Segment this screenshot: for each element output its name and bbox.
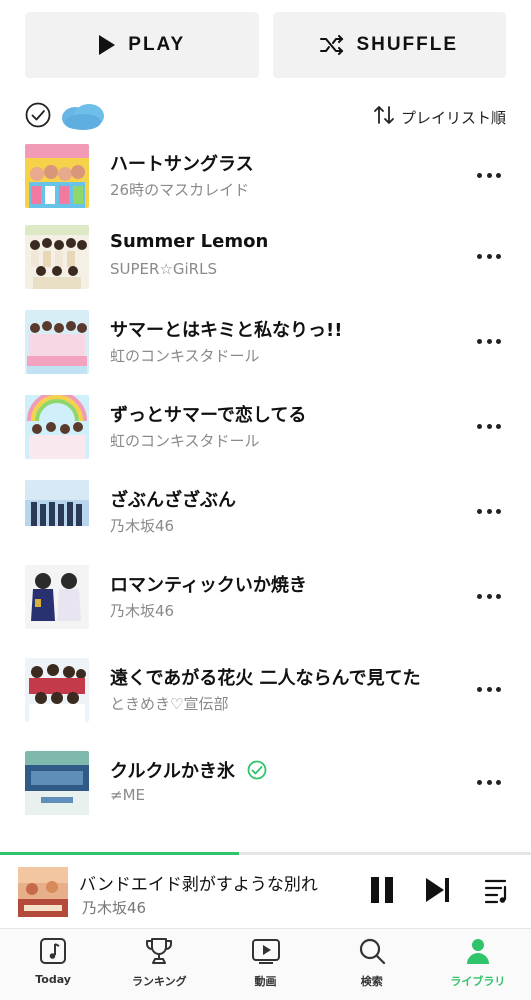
track-title: Summer Lemon — [110, 231, 269, 252]
track-title: ざぶんざざぶん — [110, 490, 236, 511]
next-track-icon[interactable] — [425, 875, 451, 909]
tab-ranking[interactable]: ランキング — [106, 929, 212, 1000]
track-artist: ≠ME — [110, 786, 145, 804]
tab-label: 動画 — [254, 975, 277, 988]
track-row[interactable]: Summer Lemon SUPER☆GiRLS — [0, 225, 531, 295]
track-artist: 虹のコンキスタドール — [110, 432, 260, 450]
track-row[interactable]: クルクルかき氷 ≠ME — [0, 751, 531, 821]
shuffle-label: SHUFFLE — [356, 34, 459, 55]
trophy-icon — [144, 937, 174, 969]
verified-check-icon — [247, 760, 267, 785]
track-title-text: クルクルかき氷 — [110, 761, 235, 782]
play-label: PLAY — [128, 34, 186, 55]
track-title: クルクルかき氷 — [110, 757, 267, 785]
more-options-icon[interactable] — [477, 682, 501, 696]
more-options-icon[interactable] — [477, 589, 501, 603]
sort-icon — [373, 105, 395, 129]
track-row[interactable]: ずっとサマーで恋してる 虹のコンキスタドール — [0, 395, 531, 465]
now-playing-title: バンドエイド剥がすような別れ — [79, 875, 318, 895]
tab-video[interactable]: 動画 — [212, 929, 318, 1000]
track-artist: ときめき♡宣伝部 — [110, 695, 229, 713]
select-check-icon[interactable] — [25, 102, 51, 132]
track-row[interactable]: ざぶんざざぶん 乃木坂46 — [0, 480, 531, 550]
tab-label: Today — [35, 973, 71, 986]
queue-icon[interactable] — [483, 875, 513, 909]
album-art — [25, 658, 89, 722]
more-options-icon[interactable] — [477, 775, 501, 789]
track-title: サマーとはキミと私なりっ!! — [110, 320, 343, 341]
shuffle-icon — [320, 35, 344, 55]
shuffle-button[interactable]: SHUFFLE — [272, 12, 506, 78]
tab-today[interactable]: Today — [0, 929, 106, 1000]
library-icon — [463, 937, 493, 969]
album-art — [25, 480, 89, 544]
album-art — [25, 395, 89, 459]
album-art — [25, 565, 89, 629]
track-row[interactable]: ハートサングラス 26時のマスカレイド — [0, 144, 531, 214]
track-row[interactable]: サマーとはキミと私なりっ!! 虹のコンキスタドール — [0, 310, 531, 380]
tab-search[interactable]: 検索 — [319, 929, 425, 1000]
mini-player[interactable]: バンドエイド剥がすような別れ 乃木坂46 — [0, 855, 531, 927]
more-options-icon[interactable] — [477, 168, 501, 182]
track-artist: 乃木坂46 — [110, 602, 175, 620]
bottom-tab-bar: Today ランキング 動画 検索 ライブラリ — [0, 928, 531, 1000]
track-artist: 26時のマスカレイド — [110, 181, 250, 199]
music-note-icon — [38, 937, 68, 969]
track-row[interactable]: 遠くであがる花火 二人ならんで見てた ときめき♡宣伝部 — [0, 658, 531, 728]
track-artist: 乃木坂46 — [110, 517, 175, 535]
play-icon — [98, 35, 116, 55]
tab-label: ランキング — [131, 975, 187, 988]
more-options-icon[interactable] — [477, 334, 501, 348]
album-art — [25, 144, 89, 208]
album-art — [25, 225, 89, 289]
more-options-icon[interactable] — [477, 249, 501, 263]
video-icon — [251, 937, 281, 969]
list-header: プレイリスト順 — [25, 100, 506, 134]
now-playing-artist: 乃木坂46 — [82, 899, 147, 917]
sort-control[interactable]: プレイリスト順 — [373, 105, 506, 129]
track-title: ずっとサマーで恋してる — [110, 405, 307, 426]
track-title: ロマンティックいか焼き — [110, 575, 307, 596]
more-options-icon[interactable] — [477, 504, 501, 518]
play-button[interactable]: PLAY — [25, 12, 259, 78]
pause-icon[interactable] — [370, 875, 394, 909]
album-art — [25, 751, 89, 815]
tab-label: ライブラリ — [450, 975, 506, 988]
more-options-icon[interactable] — [477, 419, 501, 433]
sort-label: プレイリスト順 — [400, 108, 506, 127]
track-artist: 虹のコンキスタドール — [110, 347, 260, 365]
redacted-avatar — [59, 102, 107, 132]
track-artist: SUPER☆GiRLS — [110, 260, 217, 278]
track-title: 遠くであがる花火 二人ならんで見てた — [110, 668, 421, 689]
search-icon — [357, 937, 387, 969]
track-row[interactable]: ロマンティックいか焼き 乃木坂46 — [0, 565, 531, 635]
now-playing-art — [18, 867, 68, 917]
album-art — [25, 310, 89, 374]
track-title: ハートサングラス — [110, 154, 254, 175]
tab-label: 検索 — [360, 975, 383, 988]
tab-library[interactable]: ライブラリ — [425, 929, 531, 1000]
action-bar: PLAY SHUFFLE — [25, 12, 506, 78]
